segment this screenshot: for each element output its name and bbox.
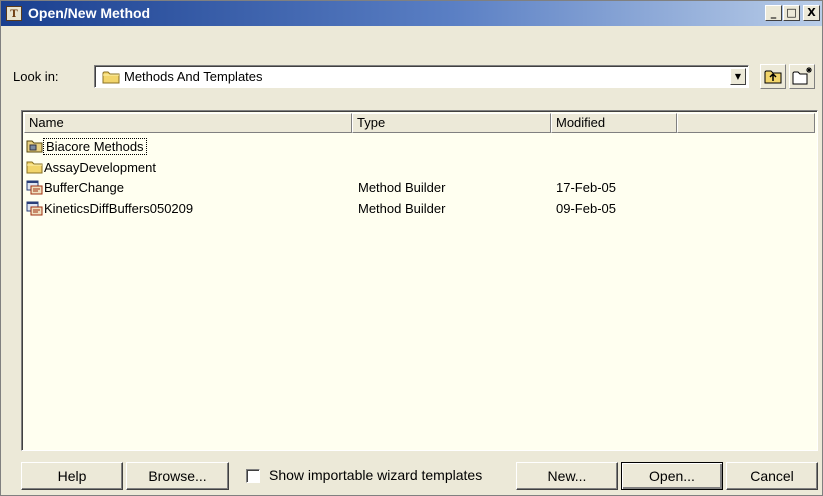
minimize-button[interactable]: _ xyxy=(765,5,782,21)
look-in-label: Look in: xyxy=(13,69,59,84)
app-icon: T xyxy=(6,6,22,21)
column-header-name[interactable]: Name xyxy=(24,113,352,133)
column-header-type[interactable]: Type xyxy=(352,113,551,133)
maximize-button[interactable]: □ xyxy=(783,5,800,21)
look-in-combobox[interactable]: Methods And Templates ▼ xyxy=(94,65,749,88)
list-item-modified: 17-Feb-05 xyxy=(556,180,616,195)
window-title: Open/New Method xyxy=(28,5,151,21)
show-wizard-templates-label[interactable]: Show importable wizard templates xyxy=(269,467,482,483)
show-wizard-templates-checkbox[interactable] xyxy=(246,469,260,483)
browse-button[interactable]: Browse... xyxy=(126,462,229,490)
folder-icon xyxy=(26,161,43,174)
list-item-name: KineticsDiffBuffers050209 xyxy=(44,201,194,216)
list-item-name: AssayDevelopment xyxy=(44,160,156,175)
cancel-button[interactable]: Cancel xyxy=(726,462,818,490)
close-button[interactable]: X xyxy=(803,5,820,21)
up-one-level-button[interactable] xyxy=(760,64,786,89)
method-file-icon xyxy=(26,180,43,195)
open-new-method-dialog: T Open/New Method _ □ X Look in: Methods… xyxy=(0,0,823,496)
column-header-extra[interactable] xyxy=(677,113,815,133)
list-item-modified: 09-Feb-05 xyxy=(556,201,616,216)
chevron-down-icon[interactable]: ▼ xyxy=(730,68,746,85)
file-list[interactable]: Name Type Modified Biacore Methods Assay… xyxy=(21,110,818,451)
column-header-modified[interactable]: Modified xyxy=(551,113,677,133)
up-folder-icon xyxy=(764,70,782,84)
new-button[interactable]: New... xyxy=(516,462,618,490)
list-item-name: BufferChange xyxy=(44,180,124,195)
special-folder-icon xyxy=(26,140,43,153)
create-new-folder-button[interactable] xyxy=(789,64,815,89)
title-bar[interactable]: T Open/New Method _ □ X xyxy=(1,1,822,26)
list-item-name: Biacore Methods xyxy=(43,138,147,155)
list-item-type: Method Builder xyxy=(358,180,446,195)
help-button[interactable]: Help xyxy=(21,462,123,490)
list-item-type: Method Builder xyxy=(358,201,446,216)
open-button[interactable]: Open... xyxy=(621,462,723,490)
new-folder-icon xyxy=(792,67,812,85)
folder-icon xyxy=(102,71,120,84)
look-in-value: Methods And Templates xyxy=(124,69,263,84)
method-file-icon xyxy=(26,201,43,216)
